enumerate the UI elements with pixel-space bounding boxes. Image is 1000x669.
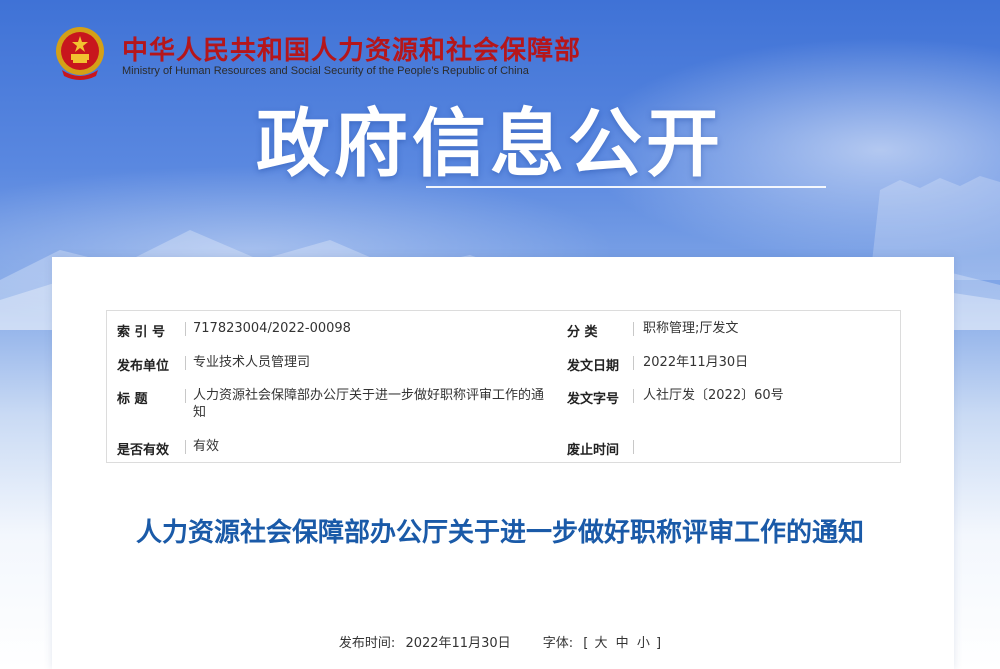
metadata-table: 索 引 号 717823004/2022-00098 分 类 职称管理;厅发文 … — [106, 310, 901, 463]
title-label: 标 题 — [117, 392, 148, 407]
ministry-name-cn: 中华人民共和国人力资源和社会保障部 — [122, 36, 582, 66]
font-bracket-open: [ — [583, 636, 589, 651]
font-medium-button[interactable]: 中 — [614, 632, 631, 651]
index-value: 717823004/2022-00098 — [193, 321, 351, 336]
separator — [185, 356, 186, 370]
font-small-button[interactable]: 小 — [635, 632, 652, 651]
category-value: 职称管理;厅发文 — [643, 321, 739, 336]
separator — [633, 440, 634, 454]
separator — [185, 322, 186, 336]
category-label: 分 类 — [567, 325, 598, 340]
separator — [633, 389, 634, 403]
doc-number-label: 发文字号 — [567, 392, 620, 407]
valid-label: 是否有效 — [117, 443, 170, 458]
title-underline — [426, 186, 826, 188]
publish-time-value: 2022年11月30日 — [405, 636, 511, 651]
national-emblem-icon — [56, 27, 104, 80]
publisher-label: 发布单位 — [117, 359, 170, 374]
publish-info-bar: 发布时间: 2022年11月30日 字体: [ 大 中 小 ] — [0, 632, 1000, 651]
title-value: 人力资源社会保障部办公厅关于进一步做好职称评审工作的通知 — [193, 388, 545, 420]
separator — [185, 440, 186, 454]
issue-date-label: 发文日期 — [567, 359, 620, 374]
doc-number-value: 人社厅发〔2022〕60号 — [643, 388, 784, 403]
document-title: 人力资源社会保障部办公厅关于进一步做好职称评审工作的通知 — [135, 518, 864, 548]
issue-date-value: 2022年11月30日 — [643, 355, 749, 370]
separator — [633, 356, 634, 370]
publisher-value: 专业技术人员管理司 — [193, 355, 311, 370]
separator — [633, 322, 634, 336]
section-title: 政府信息公开 — [256, 101, 724, 187]
separator — [185, 389, 186, 403]
font-size-label: 字体: — [542, 636, 574, 651]
valid-value: 有效 — [193, 439, 220, 454]
abolish-label: 废止时间 — [567, 443, 620, 458]
font-large-button[interactable]: 大 — [593, 632, 610, 651]
index-label: 索 引 号 — [117, 325, 166, 340]
font-bracket-close: ] — [655, 636, 662, 651]
publish-time-label: 发布时间: — [338, 636, 396, 651]
ministry-name-en: Ministry of Human Resources and Social S… — [122, 65, 529, 77]
